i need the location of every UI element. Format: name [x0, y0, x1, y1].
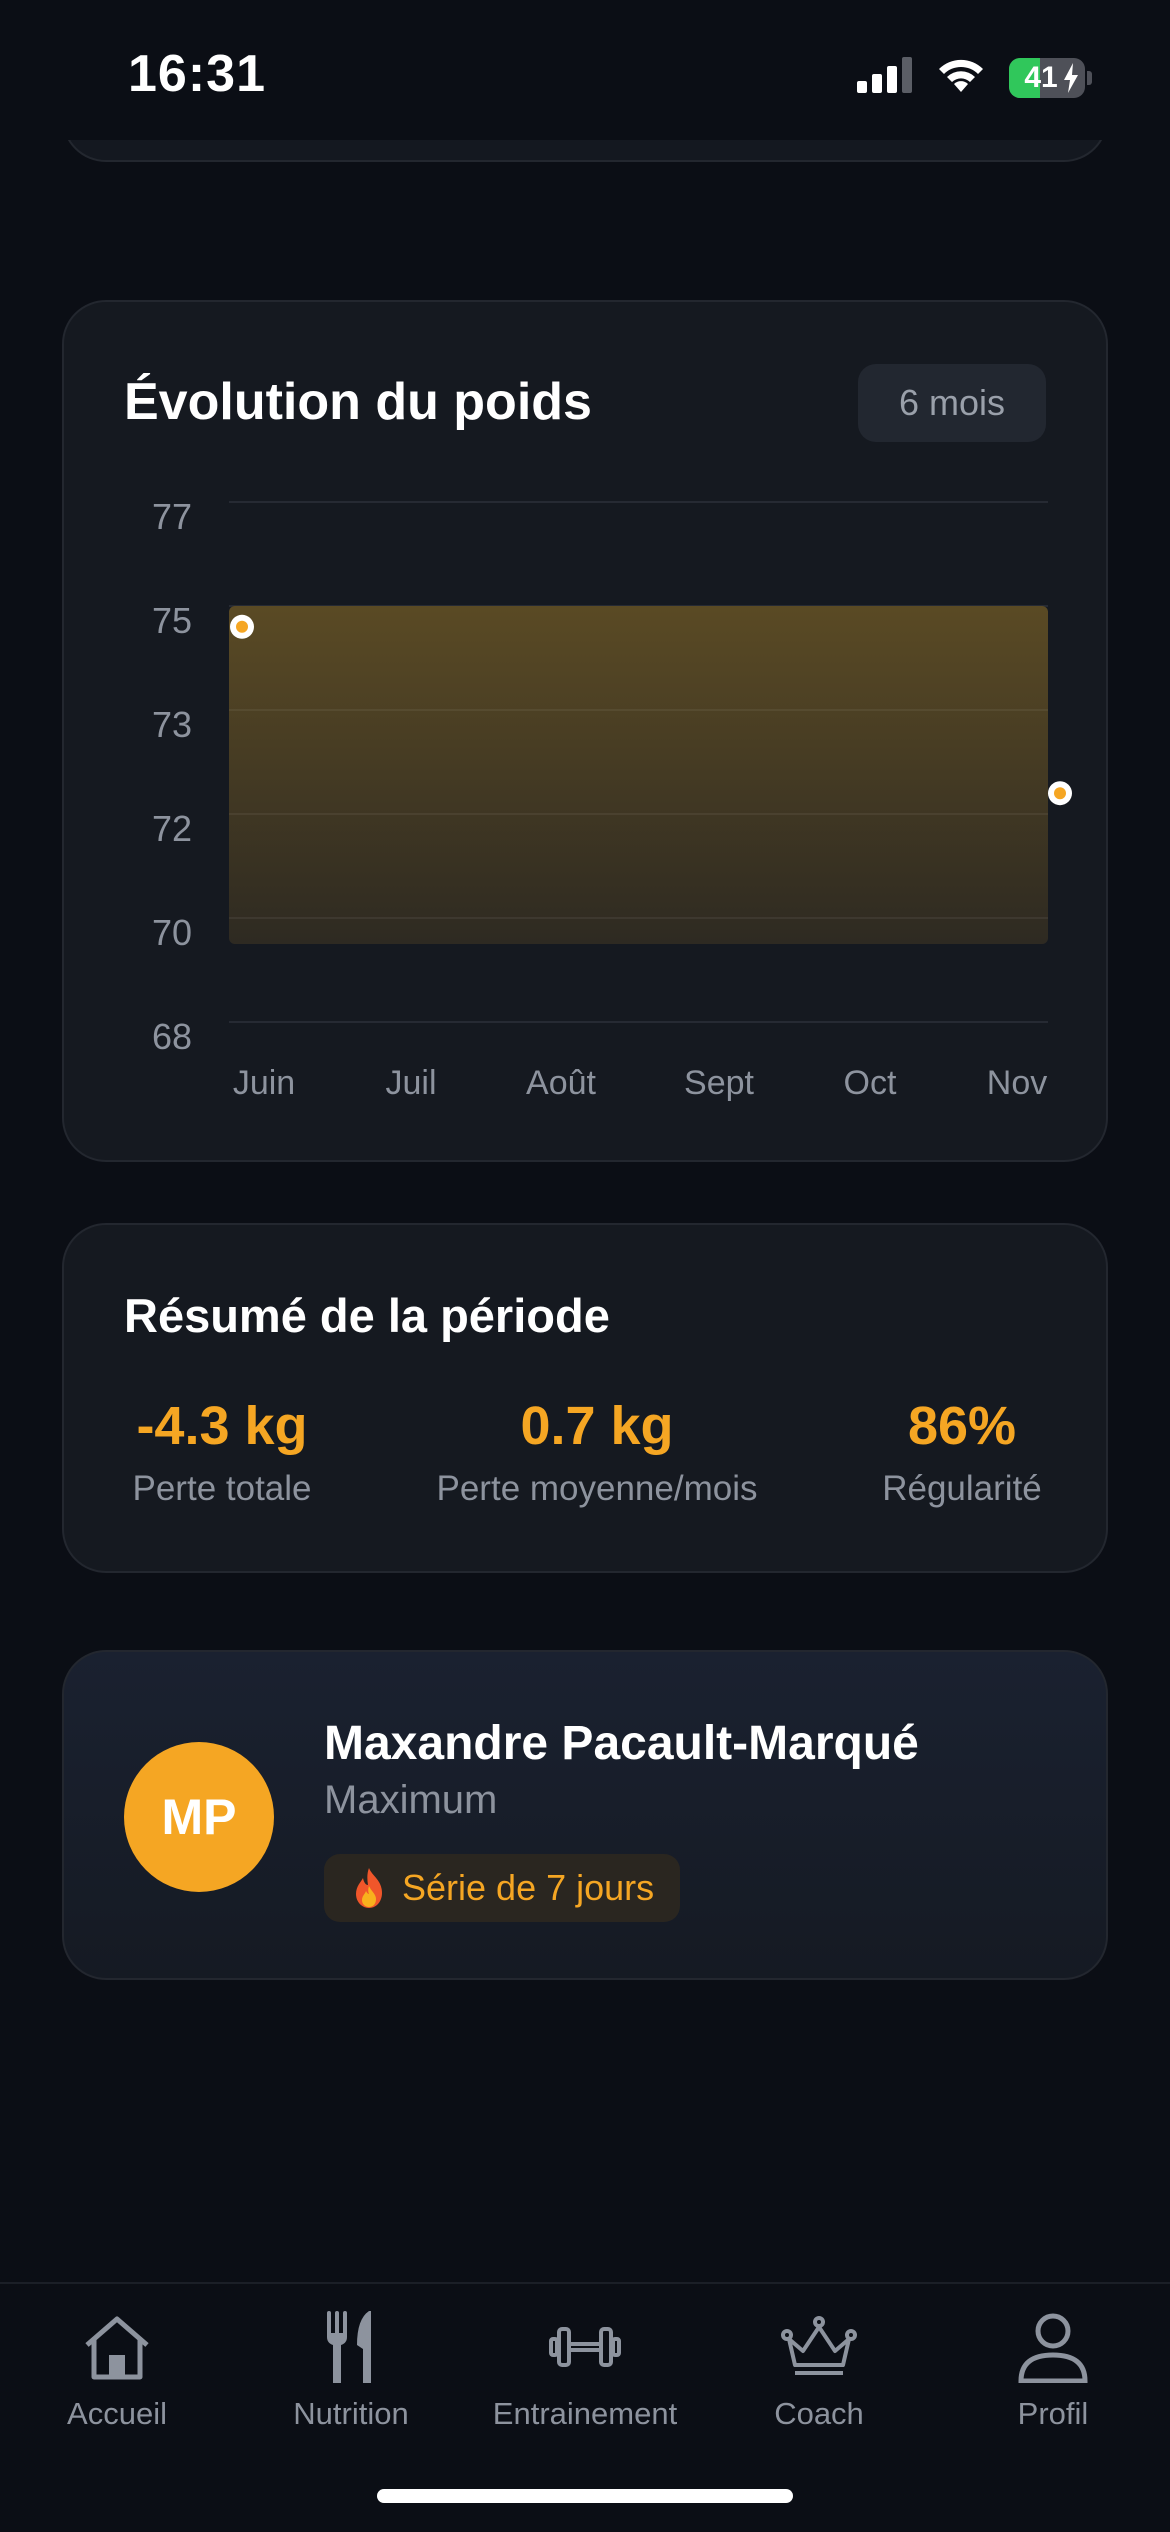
tab-accueil[interactable]: Accueil [0, 2304, 234, 2454]
y-tick-label: 70 [152, 912, 192, 953]
profile-name: Maxandre Pacault-Marqué [324, 1717, 919, 1770]
profile-plan: Maximum [324, 1778, 498, 1822]
streak-badge: Série de 7 jours [324, 1854, 681, 1922]
tab-entrainement[interactable]: Entrainement [468, 2304, 702, 2454]
data-point [236, 620, 248, 633]
tab-coach[interactable]: Coach [702, 2304, 936, 2454]
y-tick-label: 68 [152, 1016, 192, 1057]
battery-tip [1087, 70, 1092, 85]
weight-chart: 77 75 73 72 70 68 Juin Juil Août Sept Oct Nov [152, 496, 1072, 1102]
x-tick-label: Sept [684, 1064, 754, 1102]
data-point [1054, 787, 1066, 800]
weight-area [229, 606, 1048, 944]
tab-label: Coach [774, 2396, 864, 2431]
screen: 16:31 41 Évolution du poids 6 mois 77 75… [0, 0, 1170, 2532]
avatar: MP [124, 1742, 274, 1892]
profile-card[interactable]: MP Maxandre Pacault-Marqué Maximum Série… [62, 1650, 1108, 1980]
stat-label: Régularité [882, 1469, 1042, 1508]
status-icons: 41 [857, 56, 1092, 99]
stat-value: -4.3 kg [136, 1396, 308, 1456]
dumbbell-icon [549, 2304, 621, 2390]
home-icon [81, 2304, 153, 2390]
status-bar: 16:31 41 [0, 0, 1170, 140]
stat-label: Perte totale [132, 1469, 312, 1508]
status-time: 16:31 [128, 45, 266, 103]
x-tick-label: Juil [385, 1064, 436, 1102]
fire-icon [350, 1866, 388, 1910]
stat-regularity: 86% Régularité [874, 1395, 1050, 1509]
charging-bolt-icon [1063, 62, 1079, 98]
x-tick-label: Août [526, 1064, 596, 1102]
stat-label: Perte moyenne/mois [436, 1469, 758, 1508]
wifi-icon [935, 56, 987, 99]
stat-average-loss: 0.7 kg Perte moyenne/mois [424, 1395, 770, 1509]
summary-title: Résumé de la période [124, 1289, 610, 1342]
battery-charging-icon: 41 [1009, 57, 1085, 98]
period-summary-card: Résumé de la période -4.3 kg Perte total… [62, 1223, 1108, 1573]
tab-profil[interactable]: Profil [936, 2304, 1170, 2454]
y-tick-label: 75 [152, 600, 192, 641]
fork-knife-icon [323, 2304, 379, 2390]
person-icon [1017, 2304, 1089, 2390]
streak-text: Série de 7 jours [402, 1867, 655, 1908]
tab-label: Entrainement [492, 2396, 678, 2431]
stat-value: 86% [907, 1396, 1017, 1456]
y-tick-label: 77 [152, 496, 192, 537]
home-indicator [377, 2489, 793, 2503]
y-tick-label: 72 [152, 808, 192, 849]
tab-label: Accueil [67, 2396, 167, 2431]
weight-evolution-card: Évolution du poids 6 mois 77 75 73 72 70 68 J… [62, 300, 1108, 1162]
tab-nutrition[interactable]: Nutrition [234, 2304, 468, 2454]
x-tick-label: Nov [987, 1064, 1047, 1102]
tab-label: Profil [1017, 2396, 1089, 2431]
tab-label: Nutrition [293, 2396, 409, 2431]
x-tick-label: Oct [844, 1064, 897, 1102]
y-tick-label: 73 [152, 704, 192, 745]
stat-total-loss: -4.3 kg Perte totale [124, 1395, 320, 1509]
crown-icon [781, 2304, 857, 2390]
cellular-signal-icon [857, 57, 913, 98]
stat-value: 0.7 kg [520, 1396, 674, 1456]
x-tick-label: Juin [233, 1064, 295, 1102]
